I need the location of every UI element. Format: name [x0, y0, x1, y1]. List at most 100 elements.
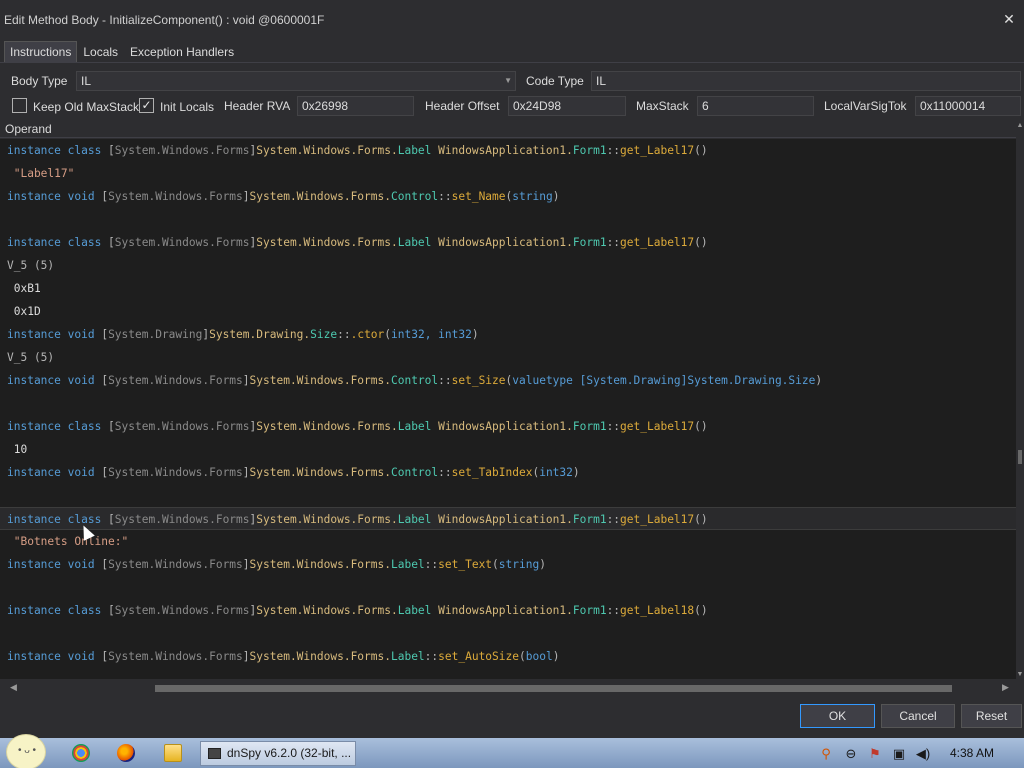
operand-column-header[interactable]: Operand	[0, 120, 1016, 138]
local-var-sig-tok-field[interactable]: 0x11000014	[915, 96, 1021, 116]
table-row[interactable]: instance void [System.Windows.Forms]Syst…	[0, 645, 1016, 668]
operand-token: System.Windows.Forms.	[256, 144, 398, 157]
close-icon[interactable]: ✕	[1002, 12, 1016, 26]
operand-token: instance	[7, 604, 61, 617]
table-row[interactable]: "Botnets Online:"	[0, 530, 1016, 553]
operand-token: )	[539, 558, 546, 571]
table-row[interactable]: "Label17"	[0, 162, 1016, 185]
table-row[interactable]: instance void [System.Windows.Forms]Syst…	[0, 369, 1016, 392]
table-row[interactable]: instance class [System.Windows.Forms]Sys…	[0, 599, 1016, 622]
flag-icon[interactable]: ⚑	[867, 746, 883, 762]
init-locals-checkbox[interactable]: ✓	[139, 98, 154, 113]
operand-token: Size	[310, 328, 338, 341]
table-row[interactable]: instance class [System.Windows.Forms]Sys…	[0, 231, 1016, 254]
table-row[interactable]	[0, 576, 1016, 599]
operand-token: Control	[390, 190, 439, 203]
operand-token: ()	[694, 236, 708, 249]
scroll-right-icon[interactable]: ▶	[1002, 682, 1009, 693]
scroll-down-icon[interactable]: ▼	[1016, 671, 1024, 678]
tab-instructions[interactable]: Instructions	[4, 41, 78, 63]
operand-token: instance	[7, 236, 61, 249]
table-row[interactable]: instance void [System.Windows.Forms]Syst…	[0, 553, 1016, 576]
table-row[interactable]: 0x1D	[0, 300, 1016, 323]
operand-token: ()	[694, 420, 708, 433]
operand-token: (	[492, 558, 499, 571]
table-row[interactable]	[0, 484, 1016, 507]
operand-token: [	[108, 236, 115, 249]
code-type-value: IL	[596, 74, 607, 88]
table-row[interactable]: V_5 (5)	[0, 254, 1016, 277]
operand-token: ]	[242, 650, 250, 663]
header-rva-field[interactable]: 0x26998	[297, 96, 414, 116]
body-type-select[interactable]: IL ▼	[76, 71, 516, 91]
operand-token: Label	[397, 236, 432, 249]
horizontal-scrollbar[interactable]: ◀ ▶	[0, 680, 1016, 696]
table-row[interactable]: instance void [System.Windows.Forms]Syst…	[0, 461, 1016, 484]
table-row[interactable]	[0, 392, 1016, 415]
cancel-button[interactable]: Cancel	[881, 704, 955, 728]
operand-token: System.Windows.Forms	[114, 604, 250, 617]
operand-token: instance	[7, 558, 61, 571]
taskbar-clock: 4:38 AM	[950, 746, 995, 760]
table-row[interactable]: instance class [System.Windows.Forms]Sys…	[0, 507, 1016, 530]
table-row[interactable]: V_5 (5)	[0, 346, 1016, 369]
operand-token: WindowsApplication1.	[438, 144, 573, 157]
chrome-icon[interactable]	[72, 744, 90, 762]
keep-old-maxstack-label: Keep Old MaxStack	[33, 100, 140, 114]
explorer-folder-icon[interactable]	[164, 744, 182, 762]
table-row[interactable]: instance void [System.Windows.Forms]Syst…	[0, 185, 1016, 208]
reset-button[interactable]: Reset	[961, 704, 1022, 728]
operand-token: System.Windows.Forms.	[256, 604, 398, 617]
operand-token: ]	[242, 190, 250, 203]
operand-token: V_5 (5)	[7, 351, 55, 364]
window-stack-icon	[208, 748, 221, 759]
search-icon[interactable]: ⚲	[818, 746, 834, 762]
table-row[interactable]	[0, 622, 1016, 645]
operand-token: get_Label17	[620, 420, 695, 433]
table-row[interactable]: 10	[0, 438, 1016, 461]
tab-exception-handlers[interactable]: Exception Handlers	[124, 41, 240, 63]
code-type-select[interactable]: IL	[591, 71, 1021, 91]
maxstack-field[interactable]: 6	[697, 96, 814, 116]
header-rva-label: Header RVA	[224, 99, 291, 113]
scroll-left-icon[interactable]: ◀	[10, 682, 17, 693]
operand-token: )	[552, 190, 560, 203]
instruction-grid[interactable]: instance class [System.Windows.Forms]Sys…	[0, 139, 1016, 679]
volume-icon[interactable]: ◀)	[915, 746, 931, 762]
start-orb-icon[interactable]: • ᴗ •	[6, 734, 46, 768]
network-icon[interactable]: ▣	[891, 746, 907, 762]
scroll-up-icon[interactable]: ▲	[1016, 122, 1024, 129]
vertical-scroll-thumb[interactable]	[1018, 450, 1022, 464]
ok-button[interactable]: OK	[800, 704, 875, 728]
table-row[interactable]: instance class [System.Windows.Forms]Sys…	[0, 415, 1016, 438]
header-offset-field[interactable]: 0x24D98	[508, 96, 626, 116]
code-type-label: Code Type	[526, 74, 584, 88]
firefox-icon[interactable]	[117, 744, 135, 762]
operand-token: instance	[7, 190, 61, 203]
checkmark-icon: ✓	[141, 98, 152, 112]
status-icon[interactable]: ⊖	[843, 746, 859, 762]
vertical-scrollbar[interactable]: ▲ ▼	[1016, 120, 1024, 680]
operand-token: WindowsApplication1.	[438, 420, 573, 433]
operand-token: Control	[390, 466, 439, 479]
horizontal-scroll-thumb[interactable]	[155, 685, 952, 692]
taskbar-item-dnspy[interactable]: dnSpy v6.2.0 (32-bit, ...	[200, 741, 356, 766]
body-type-value: IL	[81, 74, 92, 88]
maxstack-label: MaxStack	[636, 99, 689, 113]
operand-token: get_Label17	[620, 236, 695, 249]
operand-token: Control	[390, 374, 439, 387]
operand-token: valuetype [System.Drawing]System.Drawing…	[512, 374, 816, 387]
table-row[interactable]: instance void [System.Drawing]System.Dra…	[0, 323, 1016, 346]
local-var-sig-tok-label: LocalVarSigTok	[824, 99, 907, 113]
table-row[interactable]: 0xB1	[0, 277, 1016, 300]
operand-token: ::	[606, 420, 621, 433]
table-row[interactable]	[0, 208, 1016, 231]
operand-token: System.Drawing	[108, 328, 203, 341]
operand-token: System.Windows.Forms.	[249, 374, 391, 387]
table-row[interactable]: instance class [System.Windows.Forms]Sys…	[0, 139, 1016, 162]
keep-old-maxstack-checkbox[interactable]	[12, 98, 27, 113]
tab-locals[interactable]: Locals	[77, 41, 124, 63]
operand-token: "Botnets Online:"	[7, 535, 129, 548]
body-type-label: Body Type	[11, 74, 68, 88]
operand-token: instance	[7, 513, 61, 526]
